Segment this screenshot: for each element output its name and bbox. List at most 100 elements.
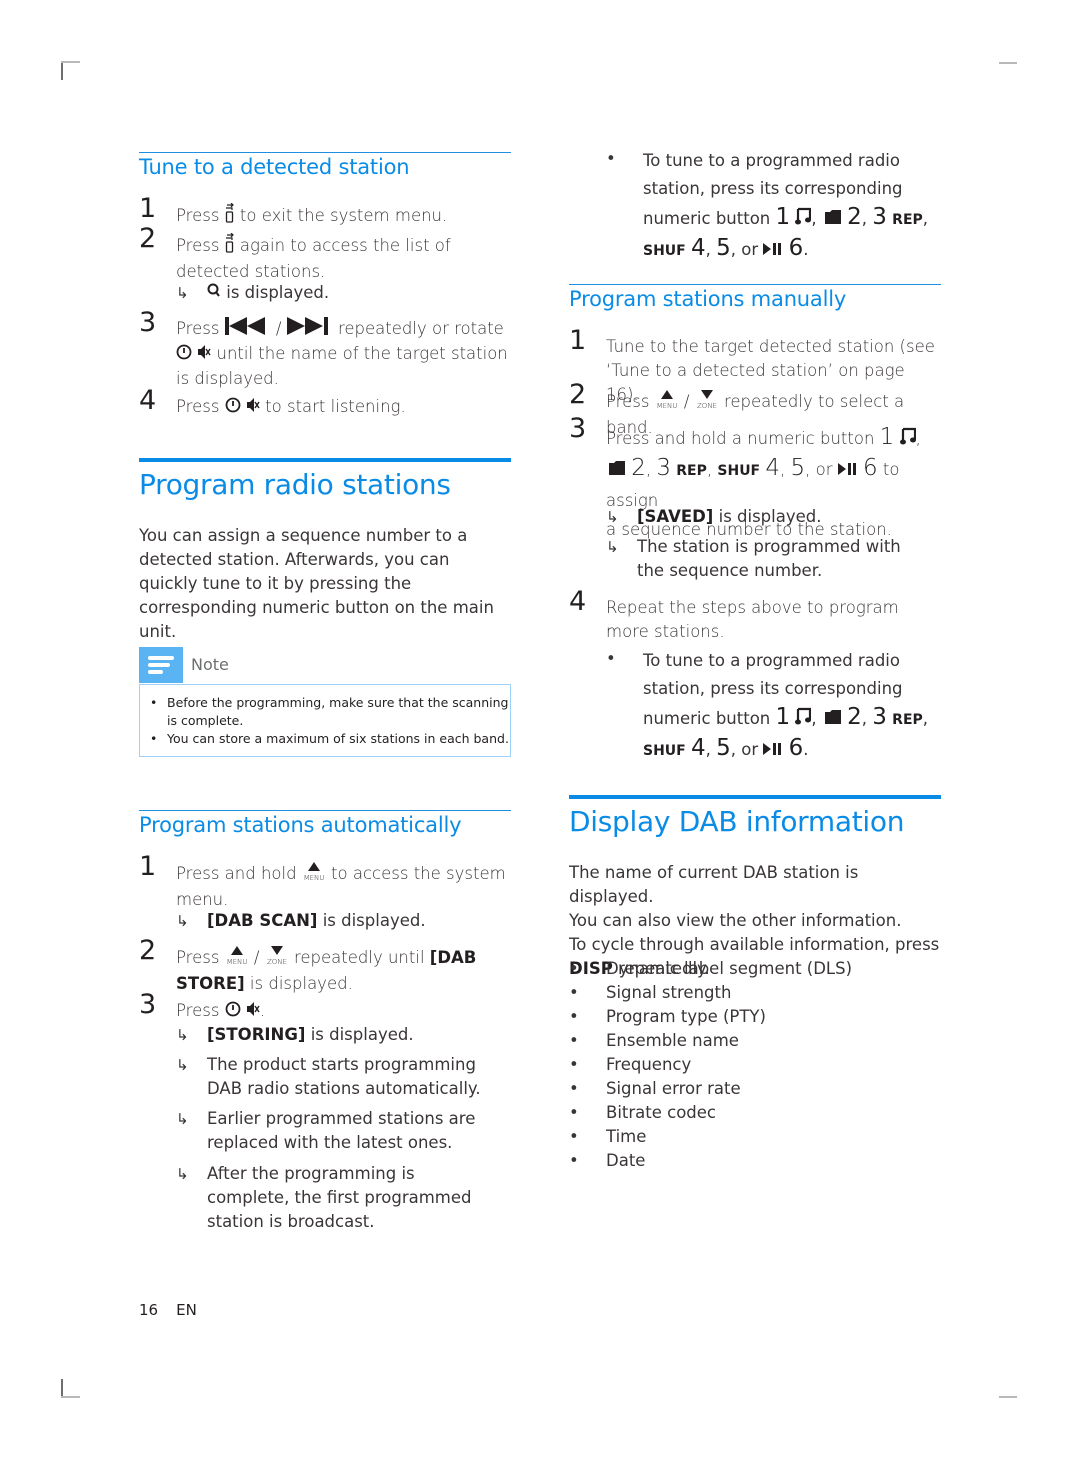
button-number: 2 — [847, 204, 862, 230]
result-arrow-icon: ↳ — [176, 1026, 189, 1044]
bullet: • — [569, 1055, 579, 1074]
or-text: or — [741, 240, 759, 259]
bullet: • — [569, 1151, 579, 1170]
bullet-text: station, press its corresponding — [643, 679, 903, 698]
section-heading-display-dab: Display DAB information — [569, 795, 941, 838]
result-text: The station is programmed with the seque… — [637, 537, 901, 580]
step-number: 4 — [139, 385, 157, 416]
bullet-text: numeric button — [643, 709, 776, 728]
power-icon — [176, 343, 192, 367]
or-text: or — [741, 740, 759, 759]
result-arrow-icon: ↳ — [606, 508, 619, 526]
step-number: 4 — [569, 586, 587, 617]
source-button-icon — [225, 232, 235, 260]
step-text: Press — [176, 236, 225, 255]
paragraph-line: The name of current DAB station is displ… — [569, 863, 859, 906]
button-number: 1 — [879, 424, 895, 450]
or-text: or — [815, 460, 833, 479]
mute-icon — [197, 343, 211, 367]
bullet: • — [150, 695, 158, 710]
search-icon — [207, 282, 221, 306]
dab-info-text: Time — [606, 1127, 647, 1146]
button-number: 4 — [765, 455, 781, 481]
step-text: Press — [606, 392, 655, 411]
crop-mark-top-left-h — [61, 61, 80, 63]
note-label: Note — [191, 655, 229, 674]
button-number: 4 — [690, 735, 706, 761]
step-number: 2 — [139, 935, 157, 966]
rep-label: REP — [892, 212, 923, 228]
bullet-text: station, press its corresponding — [643, 179, 903, 198]
step-text: until the name of the target station is … — [176, 344, 508, 388]
page-number: 16 — [139, 1301, 159, 1319]
dab-info-text: Ensemble name — [606, 1031, 739, 1050]
rep-label: REP — [892, 712, 923, 728]
step-number: 1 — [139, 851, 157, 882]
svg-text:MENU: MENU — [656, 402, 677, 409]
result-text: is displayed. — [305, 1025, 414, 1044]
bullet-text: numeric button — [643, 209, 776, 228]
bullet: • — [569, 1103, 579, 1122]
step-text: repeatedly until — [288, 948, 430, 967]
section-heading-program-auto: Program stations automatically — [139, 810, 511, 837]
program-intro-paragraph: You can assign a sequence number to a de… — [139, 526, 494, 641]
language-code: EN — [176, 1301, 197, 1319]
step-text: Repeat the steps above to program more s… — [606, 598, 899, 641]
music-note-icon — [795, 206, 812, 234]
result-arrow-icon: ↳ — [606, 538, 619, 556]
step-text: Press and hold a numeric button — [606, 429, 880, 448]
result-arrow-icon: ↳ — [176, 912, 189, 930]
result-text: Earlier programmed stations are replaced… — [207, 1109, 476, 1152]
crop-mark-top-left-v — [61, 62, 63, 80]
step-text: Press — [176, 397, 225, 416]
button-number: 4 — [690, 235, 706, 261]
zone-down-button-icon: ZONE — [265, 945, 289, 972]
music-note-icon — [795, 706, 812, 734]
result-text: is displayed. — [221, 283, 330, 302]
dab-info-text: Program type (PTY) — [606, 1007, 766, 1026]
step-number: 3 — [139, 307, 157, 338]
bullet: • — [606, 149, 616, 168]
dab-info-text: Dynamic label segment (DLS) — [606, 959, 853, 978]
result-text: After the programming is complete, the f… — [207, 1164, 472, 1231]
rep-label: REP — [676, 463, 707, 479]
play-pause-icon — [837, 456, 858, 485]
note-header: Note — [139, 647, 511, 683]
button-number: 5 — [716, 235, 731, 261]
step-number: 3 — [139, 989, 157, 1020]
zone-down-button-icon: ZONE — [695, 389, 719, 416]
step-text: is displayed. — [244, 974, 353, 993]
shuf-label: SHUF — [643, 743, 686, 759]
paragraph-line: You can also view the other information. — [569, 911, 902, 930]
step-number: 2 — [139, 223, 157, 254]
note-text: Before the programming, make sure that t… — [167, 695, 509, 728]
step-text: to exit the system menu. — [234, 206, 448, 225]
source-button-icon — [225, 202, 235, 230]
bullet: • — [569, 1031, 579, 1050]
step-number: 2 — [569, 379, 587, 410]
bullet-text: To tune to a programmed radio — [643, 151, 900, 170]
button-number: 2 — [631, 455, 646, 481]
mute-icon — [246, 396, 260, 420]
folder-icon — [606, 456, 626, 485]
step-text: Press — [176, 1001, 225, 1020]
button-number: 3 — [656, 455, 672, 481]
folder-icon — [822, 706, 842, 734]
step-number: 3 — [569, 413, 587, 444]
music-note-icon — [899, 425, 916, 454]
section-heading-program-manual: Program stations manually — [569, 284, 941, 311]
step-text: / — [248, 948, 265, 967]
note-icon — [139, 647, 183, 683]
next-track-icon — [286, 317, 333, 342]
crop-mark-bottom-right-h — [999, 1396, 1017, 1398]
step-number: 1 — [569, 325, 587, 356]
bullet: • — [606, 649, 616, 668]
menu-up-button-icon: MENU — [302, 861, 326, 888]
power-icon — [225, 396, 241, 420]
svg-text:ZONE: ZONE — [697, 402, 717, 409]
display-text: [SAVED] — [637, 507, 714, 526]
page-footer: 16 EN — [139, 1301, 197, 1319]
bullet: • — [569, 1007, 579, 1026]
note-item: • You can store a maximum of six stations… — [140, 730, 510, 748]
display-text: [DAB SCAN] — [207, 911, 318, 930]
